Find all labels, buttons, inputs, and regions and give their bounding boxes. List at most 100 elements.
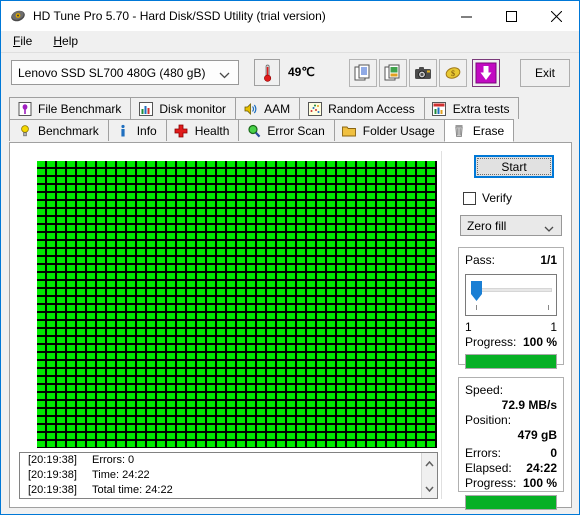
block-cell xyxy=(137,441,147,448)
block-cell xyxy=(127,409,137,417)
block-cell xyxy=(177,233,187,241)
block-cell xyxy=(347,313,357,321)
block-cell xyxy=(247,401,257,409)
block-cell xyxy=(97,345,107,353)
menu-file[interactable]: File xyxy=(4,32,41,51)
block-cell xyxy=(117,337,127,345)
block-cell xyxy=(167,169,177,177)
block-cell xyxy=(127,377,137,385)
block-cell xyxy=(77,369,87,377)
block-cell xyxy=(247,377,257,385)
log-scrollbar[interactable] xyxy=(421,453,437,498)
block-cell xyxy=(157,233,167,241)
block-cell xyxy=(357,337,367,345)
block-cell xyxy=(187,417,197,425)
pass-slider-track[interactable] xyxy=(473,288,552,292)
block-cell xyxy=(277,249,287,257)
tab-erase[interactable]: Erase xyxy=(443,119,515,142)
block-cell xyxy=(227,225,237,233)
drive-select[interactable]: Lenovo SSD SL700 480G (480 gB) xyxy=(11,60,239,85)
block-cell xyxy=(87,281,97,289)
close-button[interactable] xyxy=(534,1,579,31)
block-cell xyxy=(427,177,437,185)
block-cell xyxy=(137,177,147,185)
block-cell xyxy=(417,329,427,337)
block-cell xyxy=(77,361,87,369)
maximize-button[interactable] xyxy=(489,1,534,31)
block-cell xyxy=(187,433,197,441)
block-cell xyxy=(377,369,387,377)
block-cell xyxy=(187,305,197,313)
block-cell xyxy=(277,209,287,217)
pass-slider[interactable] xyxy=(465,274,557,316)
tab-info[interactable]: Info xyxy=(107,119,167,141)
block-cell xyxy=(87,225,97,233)
block-cell xyxy=(167,233,177,241)
pass-slider-thumb[interactable] xyxy=(471,281,482,302)
block-cell xyxy=(137,257,147,265)
menu-help[interactable]: Help xyxy=(44,32,87,51)
tab-health[interactable]: Health xyxy=(165,119,240,141)
tab-extra-tests[interactable]: Extra tests xyxy=(423,97,520,119)
exit-button[interactable]: Exit xyxy=(520,59,570,87)
tab-row-upper: File Benchmark Disk monitor AAM Random A… xyxy=(9,97,520,119)
block-cell xyxy=(167,401,177,409)
start-button[interactable]: Start xyxy=(474,155,554,178)
fill-mode-select[interactable]: Zero fill xyxy=(460,215,562,236)
block-cell xyxy=(157,433,167,441)
screenshot-camera-icon[interactable] xyxy=(409,59,437,87)
block-cell xyxy=(67,241,77,249)
download-arrow-icon[interactable] xyxy=(472,59,500,87)
tab-error-scan[interactable]: Error Scan xyxy=(238,119,335,141)
block-cell xyxy=(77,441,87,448)
block-cell xyxy=(317,201,327,209)
block-cell xyxy=(77,385,87,393)
block-cell xyxy=(157,329,167,337)
block-cell xyxy=(157,241,167,249)
block-cell xyxy=(157,169,167,177)
copy-text-icon[interactable] xyxy=(349,59,377,87)
donate-money-icon[interactable]: $ xyxy=(439,59,467,87)
block-cell xyxy=(177,305,187,313)
tab-file-benchmark[interactable]: File Benchmark xyxy=(9,97,132,119)
tab-random-access[interactable]: Random Access xyxy=(299,97,425,119)
block-cell xyxy=(77,185,87,193)
block-cell xyxy=(377,345,387,353)
block-cell xyxy=(87,393,97,401)
tab-benchmark[interactable]: Benchmark xyxy=(9,119,109,141)
block-cell xyxy=(127,337,137,345)
block-cell xyxy=(107,225,117,233)
block-cell xyxy=(287,193,297,201)
tab-aam[interactable]: AAM xyxy=(235,97,301,119)
window-title: HD Tune Pro 5.70 - Hard Disk/SSD Utility… xyxy=(33,9,326,23)
block-cell xyxy=(127,185,137,193)
block-cell xyxy=(137,233,147,241)
block-cell xyxy=(237,313,247,321)
block-cell xyxy=(337,361,347,369)
block-cell xyxy=(197,441,207,448)
block-cell xyxy=(257,361,267,369)
elapsed-value: 24:22 xyxy=(526,461,557,475)
block-cell xyxy=(277,385,287,393)
scroll-down-icon[interactable] xyxy=(425,481,434,495)
tab-info-label: Info xyxy=(136,123,157,138)
block-cell xyxy=(207,385,217,393)
block-cell xyxy=(77,265,87,273)
block-cell xyxy=(97,369,107,377)
verify-checkbox[interactable] xyxy=(463,191,476,205)
block-cell xyxy=(117,297,127,305)
tab-disk-monitor[interactable]: Disk monitor xyxy=(130,97,237,119)
block-cell xyxy=(207,209,217,217)
scroll-up-icon[interactable] xyxy=(425,456,434,470)
block-cell xyxy=(187,361,197,369)
block-cell xyxy=(157,425,167,433)
block-cell xyxy=(57,361,67,369)
minimize-button[interactable] xyxy=(444,1,489,31)
copy-image-icon[interactable] xyxy=(379,59,407,87)
verify-checkbox-row[interactable]: Verify xyxy=(463,191,512,205)
block-cell xyxy=(227,185,237,193)
block-cell xyxy=(107,249,117,257)
block-cell xyxy=(187,393,197,401)
block-cell xyxy=(337,433,347,441)
tab-folder-usage[interactable]: Folder Usage xyxy=(333,119,445,141)
